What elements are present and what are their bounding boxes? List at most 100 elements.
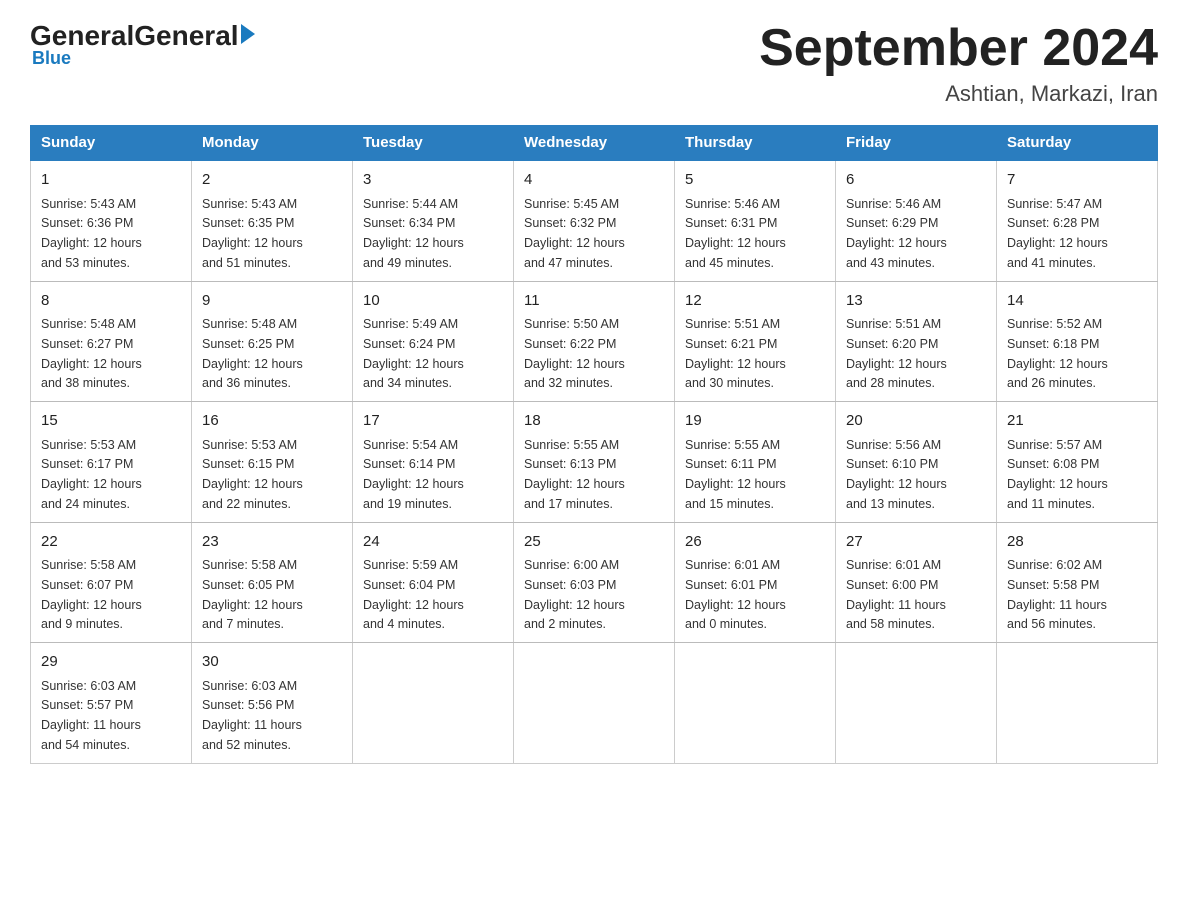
table-row: 11 Sunrise: 5:50 AMSunset: 6:22 PMDaylig… <box>514 281 675 402</box>
day-number: 9 <box>202 290 342 313</box>
table-row: 7 Sunrise: 5:47 AMSunset: 6:28 PMDayligh… <box>997 160 1158 281</box>
day-number: 6 <box>846 169 986 192</box>
calendar-week-row: 8 Sunrise: 5:48 AMSunset: 6:27 PMDayligh… <box>31 281 1158 402</box>
table-row: 8 Sunrise: 5:48 AMSunset: 6:27 PMDayligh… <box>31 281 192 402</box>
day-number: 24 <box>363 531 503 554</box>
day-info: Sunrise: 5:55 AMSunset: 6:11 PMDaylight:… <box>685 438 786 511</box>
day-number: 30 <box>202 651 342 674</box>
day-info: Sunrise: 5:49 AMSunset: 6:24 PMDaylight:… <box>363 317 464 390</box>
day-info: Sunrise: 5:53 AMSunset: 6:17 PMDaylight:… <box>41 438 142 511</box>
day-info: Sunrise: 5:48 AMSunset: 6:25 PMDaylight:… <box>202 317 303 390</box>
col-saturday: Saturday <box>997 126 1158 161</box>
day-info: Sunrise: 6:03 AMSunset: 5:56 PMDaylight:… <box>202 679 302 752</box>
col-sunday: Sunday <box>31 126 192 161</box>
logo: GeneralGeneral Blue <box>30 20 255 69</box>
logo-subtitle: Blue <box>32 48 71 69</box>
table-row: 14 Sunrise: 5:52 AMSunset: 6:18 PMDaylig… <box>997 281 1158 402</box>
table-row: 13 Sunrise: 5:51 AMSunset: 6:20 PMDaylig… <box>836 281 997 402</box>
day-info: Sunrise: 5:50 AMSunset: 6:22 PMDaylight:… <box>524 317 625 390</box>
col-thursday: Thursday <box>675 126 836 161</box>
day-number: 27 <box>846 531 986 554</box>
day-info: Sunrise: 5:58 AMSunset: 6:07 PMDaylight:… <box>41 558 142 631</box>
day-info: Sunrise: 5:48 AMSunset: 6:27 PMDaylight:… <box>41 317 142 390</box>
table-row: 10 Sunrise: 5:49 AMSunset: 6:24 PMDaylig… <box>353 281 514 402</box>
day-info: Sunrise: 5:46 AMSunset: 6:31 PMDaylight:… <box>685 197 786 270</box>
day-info: Sunrise: 5:46 AMSunset: 6:29 PMDaylight:… <box>846 197 947 270</box>
day-number: 13 <box>846 290 986 313</box>
title-block: September 2024 Ashtian, Markazi, Iran <box>759 20 1158 107</box>
day-number: 14 <box>1007 290 1147 313</box>
calendar-week-row: 1 Sunrise: 5:43 AMSunset: 6:36 PMDayligh… <box>31 160 1158 281</box>
day-info: Sunrise: 5:47 AMSunset: 6:28 PMDaylight:… <box>1007 197 1108 270</box>
col-tuesday: Tuesday <box>353 126 514 161</box>
table-row: 9 Sunrise: 5:48 AMSunset: 6:25 PMDayligh… <box>192 281 353 402</box>
table-row: 26 Sunrise: 6:01 AMSunset: 6:01 PMDaylig… <box>675 522 836 643</box>
day-number: 17 <box>363 410 503 433</box>
table-row <box>675 643 836 764</box>
day-number: 5 <box>685 169 825 192</box>
calendar-week-row: 29 Sunrise: 6:03 AMSunset: 5:57 PMDaylig… <box>31 643 1158 764</box>
day-info: Sunrise: 6:03 AMSunset: 5:57 PMDaylight:… <box>41 679 141 752</box>
day-number: 28 <box>1007 531 1147 554</box>
table-row: 23 Sunrise: 5:58 AMSunset: 6:05 PMDaylig… <box>192 522 353 643</box>
table-row: 15 Sunrise: 5:53 AMSunset: 6:17 PMDaylig… <box>31 402 192 523</box>
day-number: 26 <box>685 531 825 554</box>
day-number: 25 <box>524 531 664 554</box>
table-row <box>836 643 997 764</box>
day-info: Sunrise: 5:53 AMSunset: 6:15 PMDaylight:… <box>202 438 303 511</box>
col-friday: Friday <box>836 126 997 161</box>
logo-general: General <box>134 20 238 52</box>
calendar-title: September 2024 <box>759 20 1158 77</box>
calendar-table: Sunday Monday Tuesday Wednesday Thursday… <box>30 125 1158 764</box>
day-number: 18 <box>524 410 664 433</box>
col-wednesday: Wednesday <box>514 126 675 161</box>
table-row: 3 Sunrise: 5:44 AMSunset: 6:34 PMDayligh… <box>353 160 514 281</box>
table-row: 30 Sunrise: 6:03 AMSunset: 5:56 PMDaylig… <box>192 643 353 764</box>
day-number: 16 <box>202 410 342 433</box>
day-info: Sunrise: 5:54 AMSunset: 6:14 PMDaylight:… <box>363 438 464 511</box>
calendar-week-row: 15 Sunrise: 5:53 AMSunset: 6:17 PMDaylig… <box>31 402 1158 523</box>
day-number: 11 <box>524 290 664 313</box>
day-number: 10 <box>363 290 503 313</box>
table-row: 1 Sunrise: 5:43 AMSunset: 6:36 PMDayligh… <box>31 160 192 281</box>
day-number: 15 <box>41 410 181 433</box>
table-row: 24 Sunrise: 5:59 AMSunset: 6:04 PMDaylig… <box>353 522 514 643</box>
table-row <box>997 643 1158 764</box>
day-info: Sunrise: 5:51 AMSunset: 6:20 PMDaylight:… <box>846 317 947 390</box>
day-number: 23 <box>202 531 342 554</box>
table-row <box>353 643 514 764</box>
day-number: 2 <box>202 169 342 192</box>
table-row: 18 Sunrise: 5:55 AMSunset: 6:13 PMDaylig… <box>514 402 675 523</box>
table-row: 20 Sunrise: 5:56 AMSunset: 6:10 PMDaylig… <box>836 402 997 523</box>
day-info: Sunrise: 5:56 AMSunset: 6:10 PMDaylight:… <box>846 438 947 511</box>
page-header: GeneralGeneral Blue September 2024 Ashti… <box>30 20 1158 107</box>
day-info: Sunrise: 6:01 AMSunset: 6:01 PMDaylight:… <box>685 558 786 631</box>
table-row: 29 Sunrise: 6:03 AMSunset: 5:57 PMDaylig… <box>31 643 192 764</box>
day-number: 4 <box>524 169 664 192</box>
day-info: Sunrise: 6:02 AMSunset: 5:58 PMDaylight:… <box>1007 558 1107 631</box>
table-row: 4 Sunrise: 5:45 AMSunset: 6:32 PMDayligh… <box>514 160 675 281</box>
day-info: Sunrise: 5:45 AMSunset: 6:32 PMDaylight:… <box>524 197 625 270</box>
day-info: Sunrise: 6:01 AMSunset: 6:00 PMDaylight:… <box>846 558 946 631</box>
day-number: 29 <box>41 651 181 674</box>
day-number: 3 <box>363 169 503 192</box>
day-number: 22 <box>41 531 181 554</box>
day-info: Sunrise: 5:55 AMSunset: 6:13 PMDaylight:… <box>524 438 625 511</box>
day-info: Sunrise: 5:43 AMSunset: 6:36 PMDaylight:… <box>41 197 142 270</box>
day-info: Sunrise: 5:51 AMSunset: 6:21 PMDaylight:… <box>685 317 786 390</box>
day-info: Sunrise: 5:57 AMSunset: 6:08 PMDaylight:… <box>1007 438 1108 511</box>
table-row: 27 Sunrise: 6:01 AMSunset: 6:00 PMDaylig… <box>836 522 997 643</box>
day-number: 19 <box>685 410 825 433</box>
day-info: Sunrise: 5:43 AMSunset: 6:35 PMDaylight:… <box>202 197 303 270</box>
table-row: 6 Sunrise: 5:46 AMSunset: 6:29 PMDayligh… <box>836 160 997 281</box>
day-number: 20 <box>846 410 986 433</box>
day-info: Sunrise: 5:59 AMSunset: 6:04 PMDaylight:… <box>363 558 464 631</box>
day-number: 21 <box>1007 410 1147 433</box>
day-info: Sunrise: 6:00 AMSunset: 6:03 PMDaylight:… <box>524 558 625 631</box>
day-info: Sunrise: 5:44 AMSunset: 6:34 PMDaylight:… <box>363 197 464 270</box>
logo-arrow-icon <box>241 24 255 44</box>
table-row: 28 Sunrise: 6:02 AMSunset: 5:58 PMDaylig… <box>997 522 1158 643</box>
table-row: 22 Sunrise: 5:58 AMSunset: 6:07 PMDaylig… <box>31 522 192 643</box>
table-row: 21 Sunrise: 5:57 AMSunset: 6:08 PMDaylig… <box>997 402 1158 523</box>
col-monday: Monday <box>192 126 353 161</box>
